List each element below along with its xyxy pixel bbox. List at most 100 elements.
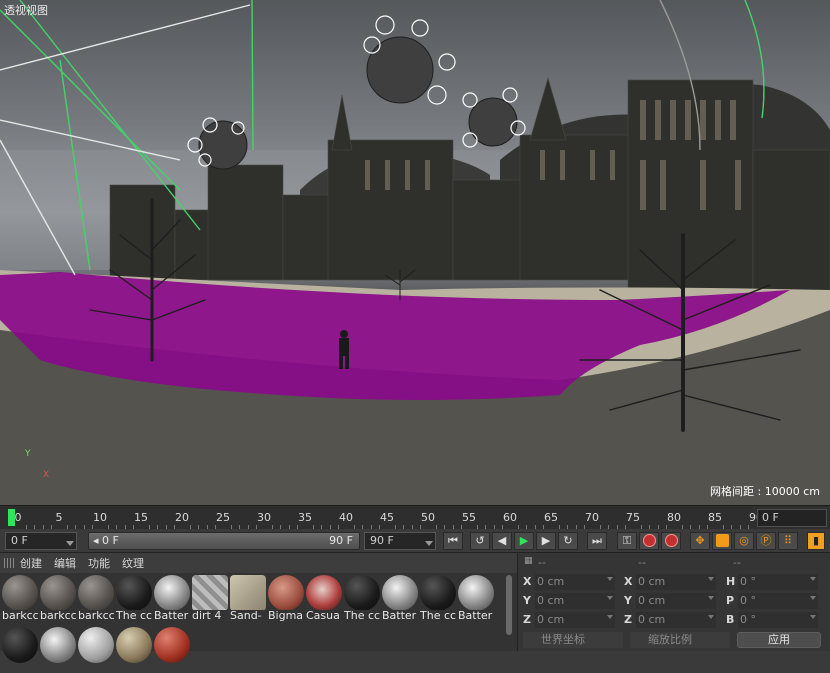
menu-create[interactable]: 创建 [20, 555, 42, 571]
material-swatch[interactable]: The cc [344, 575, 380, 622]
material-menu-bar: 创建 编辑 功能 纹理 [0, 553, 517, 573]
material-name: barkcc [2, 610, 38, 622]
menu-texture[interactable]: 纹理 [122, 555, 144, 571]
viewport-title[interactable]: 透视视图 [4, 2, 48, 18]
material-name: Batter [154, 610, 190, 622]
rotate-icon: ◎ [739, 534, 749, 547]
scale-mode-dropdown[interactable]: 缩放比例 [630, 632, 730, 648]
coord-value-field[interactable]: 0 cm [636, 574, 716, 590]
axis-label: X [624, 575, 633, 588]
spinner-arrow-icon[interactable] [708, 615, 714, 619]
go-to-start-button[interactable]: ⏮ [443, 532, 463, 550]
coordinates-header: ▦ -- -- -- [518, 553, 830, 573]
tick-label: 40 [339, 511, 353, 524]
tick-label: 50 [421, 511, 435, 524]
record-button[interactable] [639, 532, 659, 550]
scale-key-button[interactable] [712, 532, 732, 550]
step-back-icon: ◀ [497, 534, 507, 547]
spinner-arrow-icon[interactable] [607, 615, 613, 619]
spinner-arrow-icon[interactable] [607, 577, 613, 581]
material-swatch[interactable]: The cc [420, 575, 456, 622]
tick-label: 65 [544, 511, 558, 524]
tick-label: 80 [667, 511, 681, 524]
previous-frame-button[interactable]: ◀ [492, 532, 512, 550]
parameter-key-button[interactable]: Ⓟ [756, 532, 776, 550]
material-preview [78, 575, 114, 611]
spinner-arrow-icon[interactable] [810, 596, 816, 600]
ruler-ticks[interactable]: 0 5 10 15 20 25 30 35 40 45 50 55 60 65 70 75 80 85 90 [0, 506, 763, 530]
material-swatch[interactable]: barkcc [2, 575, 38, 622]
coord-value-field[interactable]: 0 cm [535, 612, 615, 628]
previous-key-button[interactable]: ↺ [470, 532, 490, 550]
coord-value-field[interactable]: 0 cm [636, 593, 716, 609]
material-swatch[interactable] [154, 627, 190, 673]
end-frame-value: 90 F [370, 534, 394, 547]
material-swatch[interactable] [78, 627, 114, 673]
coord-row: Z 0 cm Z 0 cm B 0 ° [518, 611, 830, 629]
axis-label: P [726, 594, 735, 607]
keyframe-selection-button[interactable]: ⚿ [617, 532, 637, 550]
key-icon: ⚿ [622, 534, 632, 547]
tick-label: 20 [175, 511, 189, 524]
material-swatch[interactable]: Casua [306, 575, 342, 622]
coord-value-field[interactable]: 0 ° [738, 593, 818, 609]
spinner-arrow-icon[interactable] [810, 615, 816, 619]
material-preview [458, 575, 494, 611]
material-preview [306, 575, 342, 611]
play-button[interactable]: ▶ [514, 532, 534, 550]
position-key-button[interactable]: ✥ [690, 532, 710, 550]
timeline-ruler[interactable]: 0 5 10 15 20 25 30 35 40 45 50 55 60 65 70 75 80 85 90 0 F [0, 505, 830, 530]
coord-system-dropdown[interactable]: 世界坐标 [523, 632, 623, 648]
range-start-label: ◂ 0 F [93, 534, 119, 547]
spinner-arrow-icon[interactable] [810, 577, 816, 581]
material-swatch[interactable] [2, 627, 38, 673]
coord-value-field[interactable]: 0 cm [636, 612, 716, 628]
material-swatch[interactable]: Batter [458, 575, 494, 622]
coord-value-field[interactable]: 0 cm [535, 593, 615, 609]
go-to-end-button[interactable]: ⏭ [587, 532, 607, 550]
tick-label: 10 [93, 511, 107, 524]
axis-label: Z [523, 613, 531, 626]
material-swatch[interactable]: barkcc [78, 575, 114, 622]
material-swatch[interactable]: Bigma [268, 575, 304, 622]
step-forward-icon: ▶ [541, 534, 551, 547]
material-swatch[interactable]: dirt 4 [192, 575, 228, 622]
coord-value-field[interactable]: 0 ° [738, 574, 818, 590]
current-frame-field[interactable]: 0 F [757, 509, 827, 527]
menu-edit[interactable]: 编辑 [54, 555, 76, 571]
next-frame-button[interactable]: ▶ [536, 532, 556, 550]
timeline-mode-button[interactable]: ▮ [807, 532, 825, 550]
playhead-marker[interactable] [8, 509, 15, 526]
material-swatch[interactable]: Batter [382, 575, 418, 622]
material-name: Batter [382, 610, 418, 622]
auto-key-icon [664, 534, 678, 547]
material-swatch[interactable]: Sand- [230, 575, 266, 622]
perspective-viewport[interactable]: 透视视图 Y X 网格间距 : 10000 cm [0, 0, 830, 505]
panel-grip-icon[interactable] [4, 558, 14, 568]
spinner-arrow-icon[interactable] [607, 596, 613, 600]
spinner-arrow-icon[interactable] [708, 596, 714, 600]
material-swatch[interactable]: The cc [116, 575, 152, 622]
material-swatch[interactable]: barkcc [40, 575, 76, 622]
material-swatch[interactable]: Batter [154, 575, 190, 622]
coord-value-field[interactable]: 0 ° [738, 612, 818, 628]
frame-range-slider[interactable]: ◂ 0 F 90 F [88, 532, 360, 550]
material-scrollbar[interactable] [506, 575, 512, 635]
auto-key-button[interactable] [661, 532, 681, 550]
spinner-arrow-icon[interactable] [708, 577, 714, 581]
material-name: The cc [116, 610, 152, 622]
end-frame-field[interactable]: 90 F [364, 532, 436, 550]
menu-function[interactable]: 功能 [88, 555, 110, 571]
axis-label: B [726, 613, 735, 626]
coord-value-field[interactable]: 0 cm [535, 574, 615, 590]
apply-button[interactable]: 应用 [737, 632, 821, 648]
panel-grip-icon[interactable]: ▦ [524, 556, 533, 566]
tick-label: 60 [503, 511, 517, 524]
material-swatch[interactable] [40, 627, 76, 673]
point-level-button[interactable]: ⠿ [778, 532, 798, 550]
chevron-down-icon [425, 541, 433, 546]
material-swatch[interactable] [116, 627, 152, 673]
next-key-button[interactable]: ↻ [558, 532, 578, 550]
start-frame-field[interactable]: 0 F [5, 532, 77, 550]
rotation-key-button[interactable]: ◎ [734, 532, 754, 550]
